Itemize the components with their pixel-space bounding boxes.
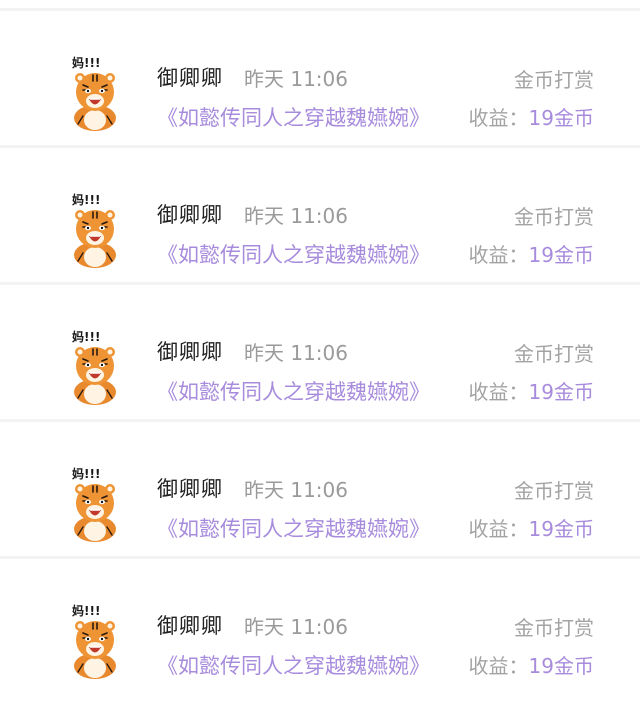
income: 收益：19金币	[469, 650, 594, 679]
book-title-link[interactable]: 《如懿传同人之穿越魏嬿婉》	[157, 513, 430, 543]
sender-name: 御卿卿	[157, 340, 223, 364]
avatar-caption: 妈!!!	[72, 329, 100, 344]
sender-name: 御卿卿	[157, 66, 223, 90]
divider	[0, 556, 640, 559]
book-title-link[interactable]: 《如懿传同人之穿越魏嬿婉》	[157, 239, 430, 269]
divider	[0, 8, 640, 11]
tiger-avatar-icon[interactable]: 妈!!!	[66, 191, 124, 269]
income-label: 收益：	[468, 243, 529, 267]
income-value: 19金币	[528, 380, 594, 404]
avatar-caption: 妈!!!	[72, 192, 100, 207]
sender-name: 御卿卿	[157, 203, 223, 227]
divider	[0, 419, 640, 422]
reward-time: 昨天 11:06	[244, 67, 348, 91]
income-label: 收益：	[468, 106, 529, 130]
tiger-avatar-icon[interactable]: 妈!!!	[66, 54, 124, 132]
income: 收益：19金币	[469, 239, 594, 268]
divider	[0, 145, 640, 148]
income: 收益：19金币	[469, 376, 594, 405]
reward-time: 昨天 11:06	[244, 478, 348, 502]
reward-time: 昨天 11:06	[244, 341, 348, 365]
income-value: 19金币	[528, 654, 594, 678]
income-label: 收益：	[468, 380, 529, 404]
reward-record-list: 妈!!! 御卿卿 昨天 11:06 金币打赏 《如懿传同人之穿越魏嬿婉》 收益：…	[0, 0, 640, 714]
book-title-link[interactable]: 《如懿传同人之穿越魏嬿婉》	[157, 376, 430, 406]
income-value: 19金币	[528, 243, 594, 267]
income: 收益：19金币	[469, 513, 594, 542]
reward-time: 昨天 11:06	[244, 204, 348, 228]
reward-record[interactable]: 妈!!! 御卿卿 昨天 11:06 金币打赏 《如懿传同人之穿越魏嬿婉》 收益：…	[0, 282, 640, 419]
reward-time: 昨天 11:06	[244, 615, 348, 639]
income-label: 收益：	[468, 517, 529, 541]
avatar-caption: 妈!!!	[72, 466, 100, 481]
income: 收益：19金币	[469, 102, 594, 131]
tiger-avatar-icon[interactable]: 妈!!!	[66, 602, 124, 680]
reward-record[interactable]: 妈!!! 御卿卿 昨天 11:06 金币打赏 《如懿传同人之穿越魏嬿婉》 收益：…	[0, 145, 640, 282]
book-title-link[interactable]: 《如懿传同人之穿越魏嬿婉》	[157, 650, 430, 680]
reward-type-label: 金币打赏	[514, 205, 594, 229]
reward-record[interactable]: 妈!!! 御卿卿 昨天 11:06 金币打赏 《如懿传同人之穿越魏嬿婉》 收益：…	[0, 556, 640, 693]
reward-type-label: 金币打赏	[514, 68, 594, 92]
reward-type-label: 金币打赏	[514, 342, 594, 366]
reward-type-label: 金币打赏	[514, 479, 594, 503]
sender-name: 御卿卿	[157, 614, 223, 638]
tiger-avatar-icon[interactable]: 妈!!!	[66, 328, 124, 406]
avatar-caption: 妈!!!	[72, 603, 100, 618]
divider	[0, 282, 640, 285]
income-value: 19金币	[528, 517, 594, 541]
income-label: 收益：	[468, 654, 529, 678]
book-title-link[interactable]: 《如懿传同人之穿越魏嬿婉》	[157, 102, 430, 132]
reward-record[interactable]: 妈!!! 御卿卿 昨天 11:06 金币打赏 《如懿传同人之穿越魏嬿婉》 收益：…	[0, 8, 640, 145]
sender-name: 御卿卿	[157, 477, 223, 501]
reward-record[interactable]: 妈!!! 御卿卿 昨天 11:06 金币打赏 《如懿传同人之穿越魏嬿婉》 收益：…	[0, 419, 640, 556]
avatar-caption: 妈!!!	[72, 55, 100, 70]
reward-type-label: 金币打赏	[514, 616, 594, 640]
tiger-avatar-icon[interactable]: 妈!!!	[66, 465, 124, 543]
income-value: 19金币	[528, 106, 594, 130]
